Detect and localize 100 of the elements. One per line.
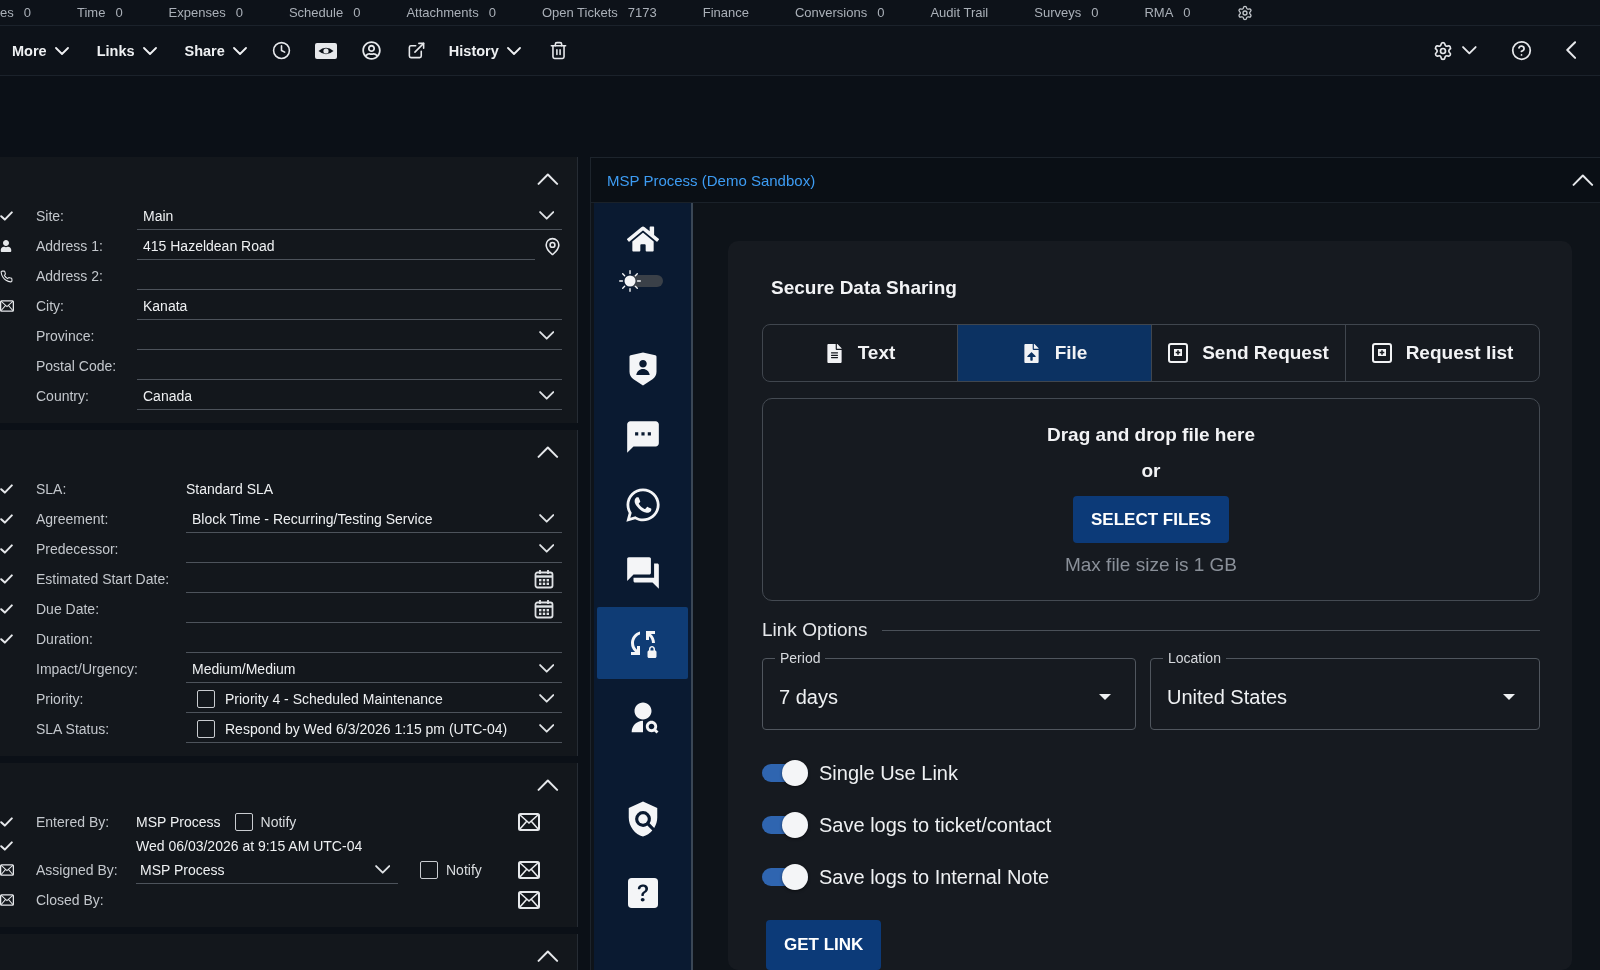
module-tab[interactable]: Expenses 0 <box>168 5 243 20</box>
tab[interactable]: Send Request <box>1151 325 1345 381</box>
text-field[interactable]: Kanata <box>137 292 562 320</box>
settings-icon[interactable] <box>1236 4 1253 21</box>
tab[interactable]: Text <box>763 325 957 381</box>
checkbox[interactable] <box>234 813 253 831</box>
chevron-up-icon[interactable] <box>537 949 559 963</box>
trash-icon[interactable] <box>548 41 568 60</box>
toggle-switch[interactable] <box>762 760 808 786</box>
module-tab[interactable]: Attachments 0 <box>406 5 496 20</box>
tab[interactable]: Request list <box>1345 325 1539 381</box>
caret-icon <box>54 46 69 55</box>
module-tab[interactable]: Time 0 <box>76 5 123 20</box>
drop-zone[interactable]: Drag and drop file here or SELECT FILES Max file size is 1 GB <box>762 398 1540 601</box>
toggle-label: Save logs to ticket/contact <box>819 813 1052 837</box>
module-tab[interactable]: Open Tickets 7173 <box>541 5 657 20</box>
field-label: Due Date: <box>36 601 101 617</box>
menu-button[interactable]: More <box>12 42 69 59</box>
caret-icon <box>1461 46 1477 55</box>
check-icon <box>0 514 13 524</box>
nav-button[interactable] <box>597 607 688 679</box>
chevron-up-icon[interactable] <box>537 172 559 186</box>
module-tab[interactable]: Audit Trail <box>930 5 989 20</box>
check-icon <box>0 484 13 494</box>
calendar-icon[interactable] <box>534 598 554 619</box>
help-icon[interactable] <box>1510 40 1532 61</box>
caret-icon <box>142 46 157 55</box>
calendar-icon[interactable] <box>534 568 554 589</box>
envelope-icon <box>0 300 14 312</box>
select-field[interactable]: Respond by Wed 6/3/2026 1:15 pm (UTC-04) <box>186 715 562 743</box>
check-icon <box>0 211 13 221</box>
field-label: Address 2: <box>36 268 104 284</box>
chevron-down-icon <box>538 211 554 220</box>
map-pin-icon[interactable] <box>543 236 562 256</box>
chevron-up-icon[interactable] <box>1572 173 1594 187</box>
panel-title: MSP Process (Demo Sandbox) <box>607 171 816 189</box>
settings-icon <box>1432 40 1453 61</box>
toggle-label: Single Use Link <box>819 761 958 785</box>
person-name: MSP Process <box>136 814 221 830</box>
text-field[interactable]: 415 Hazeldean Road <box>137 232 535 260</box>
chevron-down-icon <box>538 544 554 553</box>
envelope-icon[interactable] <box>518 861 540 879</box>
field-label: Duration: <box>36 631 94 647</box>
menu-button[interactable]: Links <box>96 42 157 59</box>
theme-toggle[interactable] <box>618 269 663 293</box>
nav-button[interactable] <box>623 486 662 524</box>
toggle-label: Save logs to Internal Note <box>819 865 1050 889</box>
module-tab[interactable]: Schedule 0 <box>288 5 361 20</box>
select-field[interactable]: Period 7 days <box>762 650 1136 730</box>
chevron-down-icon <box>538 331 554 340</box>
envelope-icon[interactable] <box>518 891 540 909</box>
checkbox[interactable] <box>197 689 215 708</box>
toggle-switch[interactable] <box>762 812 808 838</box>
check-icon <box>0 841 13 851</box>
envelope-icon <box>0 864 14 876</box>
dropdown-arrow-icon <box>1099 694 1111 700</box>
select-field[interactable]: Location United States <box>1150 650 1540 730</box>
chevron-left-icon[interactable] <box>1565 41 1576 60</box>
check-icon <box>0 634 13 644</box>
sun-icon <box>618 270 641 292</box>
menu-button[interactable]: Share <box>184 42 247 59</box>
chevron-down-icon <box>538 391 554 400</box>
settings-menu-button[interactable] <box>1432 40 1477 61</box>
field-label: Priority: <box>36 691 85 707</box>
field-label: Agreement: <box>36 511 110 527</box>
select-field[interactable]: Medium/Medium <box>186 655 562 683</box>
select-field[interactable]: Block Time - Recurring/Testing Service <box>186 505 562 533</box>
field-label: Impact/Urgency: <box>36 661 139 677</box>
envelope-icon[interactable] <box>518 813 540 831</box>
toggle-switch[interactable] <box>762 864 808 890</box>
clock-icon[interactable] <box>271 41 291 60</box>
select-field[interactable]: Canada <box>137 382 562 410</box>
file-size-note: Max file size is 1 GB <box>1064 553 1238 577</box>
chevron-down-icon <box>538 514 554 523</box>
tab[interactable]: File <box>957 325 1151 381</box>
nav-button[interactable] <box>627 878 658 908</box>
menu-button[interactable]: History <box>448 42 521 59</box>
dropdown-arrow-icon <box>1503 694 1515 700</box>
notify-label: Notify <box>260 814 297 830</box>
chevron-up-icon[interactable] <box>537 445 559 459</box>
field-label: Assigned By: <box>36 862 119 878</box>
select-field[interactable]: MSP Process <box>136 856 398 884</box>
select-field[interactable]: Priority 4 - Scheduled Maintenance <box>186 685 562 713</box>
field-value: Standard SLA <box>186 481 274 497</box>
checkbox[interactable] <box>420 861 438 879</box>
select-field[interactable]: Main <box>137 202 562 230</box>
field-label: Postal Code: <box>36 358 118 374</box>
external-link-icon[interactable] <box>406 41 426 60</box>
select-files-button[interactable]: SELECT FILES <box>1073 496 1229 543</box>
get-link-button[interactable]: GET LINK <box>766 920 882 970</box>
chevron-up-icon[interactable] <box>537 778 559 792</box>
square-plus-icon <box>1371 343 1392 363</box>
module-tab[interactable]: RMA 0 <box>1144 5 1191 20</box>
checkbox[interactable] <box>197 719 215 738</box>
eye-icon[interactable] <box>315 42 338 59</box>
module-tab[interactable]: es 0 <box>0 5 31 20</box>
phone-bubble-icon <box>623 486 662 524</box>
module-tab[interactable]: Conversions 0 <box>794 5 885 20</box>
module-tab[interactable]: Finance <box>702 5 749 20</box>
module-tab[interactable]: Surveys 0 <box>1034 5 1099 20</box>
